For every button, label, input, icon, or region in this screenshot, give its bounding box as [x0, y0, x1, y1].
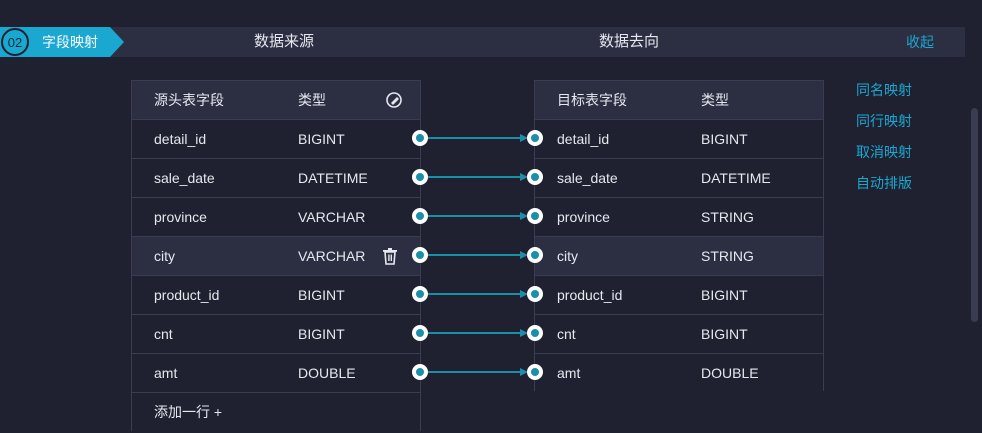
source-type: VARCHAR — [298, 209, 366, 225]
target-type: BIGINT — [701, 287, 748, 303]
scrollbar[interactable] — [971, 108, 978, 322]
target-connector-dot[interactable] — [527, 286, 543, 302]
target-row: amt DOUBLE — [535, 354, 823, 393]
target-row: cnt BIGINT — [535, 315, 823, 354]
same-name-mapping-link[interactable]: 同名映射 — [856, 80, 912, 100]
target-connector-dot[interactable] — [527, 169, 543, 185]
target-row: detail_id BIGINT — [535, 120, 823, 159]
target-type: BIGINT — [701, 326, 748, 342]
target-type: BIGINT — [701, 131, 748, 147]
source-type: DOUBLE — [298, 365, 356, 381]
source-connector-dot[interactable] — [412, 286, 428, 302]
edit-icon[interactable] — [385, 91, 403, 109]
target-type: DATETIME — [701, 170, 771, 186]
source-connector-dot[interactable] — [412, 325, 428, 341]
source-field: detail_id — [154, 131, 207, 147]
source-connector-dot[interactable] — [412, 364, 428, 380]
source-field-header: 源头表字段 — [154, 92, 224, 108]
source-header-row: 源头表字段 类型 — [132, 81, 420, 120]
target-field: amt — [557, 365, 581, 381]
target-table: 目标表字段 类型 detail_id BIGINT sale_date DATE… — [534, 80, 824, 393]
source-type: VARCHAR — [298, 248, 366, 264]
target-field: sale_date — [557, 170, 618, 186]
target-type: STRING — [701, 209, 754, 225]
source-field: amt — [154, 365, 178, 381]
target-row: product_id BIGINT — [535, 276, 823, 315]
trash-icon[interactable] — [381, 247, 399, 265]
target-type-header: 类型 — [701, 92, 729, 108]
source-field: cnt — [154, 326, 173, 342]
auto-layout-link[interactable]: 自动排版 — [856, 173, 912, 193]
target-field-header: 目标表字段 — [557, 92, 627, 108]
target-connector-dot[interactable] — [527, 130, 543, 146]
target-connector-dot[interactable] — [527, 364, 543, 380]
source-type: DATETIME — [298, 170, 368, 186]
target-type: STRING — [701, 248, 754, 264]
same-row-mapping-link[interactable]: 同行映射 — [856, 111, 912, 131]
target-row-hover: city STRING — [535, 237, 823, 276]
cancel-mapping-link[interactable]: 取消映射 — [856, 142, 912, 162]
source-row: cnt BIGINT — [132, 315, 420, 354]
target-row: sale_date DATETIME — [535, 159, 823, 198]
add-row-label: 添加一行 + — [154, 404, 223, 420]
target-field: cnt — [557, 326, 576, 342]
source-connector-dot[interactable] — [412, 130, 428, 146]
source-row: amt DOUBLE — [132, 354, 420, 393]
target-connector-dot[interactable] — [527, 325, 543, 341]
source-type: BIGINT — [298, 326, 345, 342]
source-field: province — [154, 209, 207, 225]
target-connector-dot[interactable] — [527, 208, 543, 224]
source-field: sale_date — [154, 170, 215, 186]
source-connector-dot[interactable] — [412, 247, 428, 263]
target-field: detail_id — [557, 131, 610, 147]
target-field: province — [557, 209, 610, 225]
source-row-hover: city VARCHAR — [132, 237, 420, 276]
target-connector-dot[interactable] — [527, 247, 543, 263]
source-field: city — [154, 248, 175, 264]
source-type: BIGINT — [298, 287, 345, 303]
source-field: product_id — [154, 287, 220, 303]
target-field: product_id — [557, 287, 623, 303]
source-connector-dot[interactable] — [412, 169, 428, 185]
target-header-row: 目标表字段 类型 — [535, 81, 823, 120]
source-type: BIGINT — [298, 131, 345, 147]
source-row: product_id BIGINT — [132, 276, 420, 315]
add-row-button[interactable]: 添加一行 + — [132, 393, 420, 432]
source-connector-dot[interactable] — [412, 208, 428, 224]
source-type-header: 类型 — [298, 92, 326, 108]
source-row: sale_date DATETIME — [132, 159, 420, 198]
source-row: province VARCHAR — [132, 198, 420, 237]
target-type: DOUBLE — [701, 365, 759, 381]
target-row: province STRING — [535, 198, 823, 237]
target-field: city — [557, 248, 578, 264]
source-row: detail_id BIGINT — [132, 120, 420, 159]
source-table: 源头表字段 类型 detail_id BIGINT sale_date DATE… — [131, 80, 421, 432]
